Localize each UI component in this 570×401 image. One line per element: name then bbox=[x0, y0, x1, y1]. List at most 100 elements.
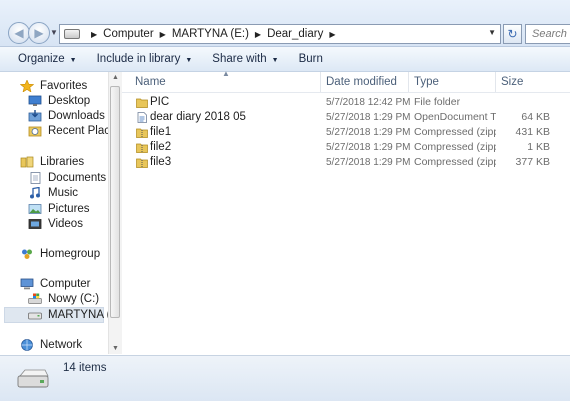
column-divider[interactable] bbox=[320, 72, 321, 92]
breadcrumb-folder[interactable]: Dear_diary bbox=[266, 28, 324, 40]
zip-folder-icon bbox=[136, 158, 148, 168]
nav-downloads[interactable]: Downloads bbox=[28, 108, 105, 124]
chevron-right-icon[interactable]: ▶ bbox=[255, 30, 261, 39]
explorer-window: ◀ ▶ ▼ ▶ Computer ▶ MARTYNA (E:) ▶ Dear_d… bbox=[0, 0, 570, 401]
back-arrow-icon: ◀ bbox=[14, 26, 24, 40]
computer-icon bbox=[20, 278, 34, 290]
nav-drive-c[interactable]: Nowy (C:) bbox=[28, 291, 99, 307]
network-icon bbox=[21, 339, 33, 351]
column-name[interactable]: Name bbox=[135, 76, 166, 88]
nav-homegroup[interactable]: Homegroup bbox=[20, 246, 100, 262]
file-row[interactable]: file1 5/27/2018 1:29 PM Compressed (zipp… bbox=[122, 125, 570, 140]
share-with-button[interactable]: Share with ▼ bbox=[202, 53, 288, 65]
file-name: file1 bbox=[150, 126, 172, 138]
nav-favorites[interactable]: Favorites bbox=[20, 78, 87, 94]
file-type: Compressed (zipp... bbox=[414, 141, 496, 153]
file-size: 1 KB bbox=[527, 141, 550, 153]
file-list: ▲ Name Date modified Type Size PIC 5/7/2… bbox=[122, 69, 570, 354]
navigation-pane: Favorites Desktop Downloads Recent Place… bbox=[0, 72, 122, 354]
scroll-up-icon[interactable]: ▲ bbox=[112, 74, 119, 81]
chevron-down-icon: ▼ bbox=[271, 57, 279, 64]
folder-icon bbox=[136, 98, 148, 108]
nav-libraries-label: Libraries bbox=[40, 156, 85, 168]
file-type: Compressed (zipp... bbox=[414, 126, 496, 138]
address-bar-region: ◀ ▶ ▼ ▶ Computer ▶ MARTYNA (E:) ▶ Dear_d… bbox=[0, 0, 570, 47]
nav-scrollbar[interactable]: ▲ ▼ bbox=[108, 72, 122, 354]
downloads-icon bbox=[28, 110, 42, 122]
chevron-right-icon[interactable]: ▶ bbox=[160, 30, 166, 39]
forward-button[interactable]: ▶ bbox=[28, 22, 50, 44]
nav-desktop[interactable]: Desktop bbox=[28, 93, 90, 109]
file-row[interactable]: file2 5/27/2018 1:29 PM Compressed (zipp… bbox=[122, 140, 570, 155]
column-size[interactable]: Size bbox=[501, 76, 523, 88]
nav-music[interactable]: Music bbox=[28, 185, 78, 201]
file-type: File folder bbox=[414, 96, 461, 108]
command-toolbar: Organize ▼ Include in library ▼ Share with… bbox=[0, 47, 570, 72]
nav-videos-label: Videos bbox=[48, 218, 83, 230]
homegroup-icon bbox=[22, 249, 32, 259]
nav-downloads-label: Downloads bbox=[48, 110, 105, 122]
column-divider[interactable] bbox=[408, 72, 409, 92]
recent-pages-dropdown-icon[interactable]: ▼ bbox=[50, 28, 58, 37]
search-input[interactable]: Search MA bbox=[525, 24, 570, 44]
burn-button[interactable]: Burn bbox=[289, 53, 333, 65]
file-size: 431 KB bbox=[515, 126, 550, 138]
burn-label: Burn bbox=[298, 53, 323, 65]
status-bar: 14 items bbox=[0, 355, 570, 401]
scroll-down-icon[interactable]: ▼ bbox=[112, 345, 119, 352]
chevron-down-icon: ▼ bbox=[69, 57, 77, 64]
file-row[interactable]: PIC 5/7/2018 12:42 PM File folder bbox=[122, 95, 570, 110]
back-button[interactable]: ◀ bbox=[8, 22, 30, 44]
nav-documents[interactable]: Documents bbox=[28, 170, 106, 186]
file-name: dear diary 2018 05 bbox=[150, 111, 246, 123]
address-history-dropdown-icon[interactable]: ▼ bbox=[488, 28, 496, 37]
file-date: 5/27/2018 1:29 PM bbox=[326, 157, 411, 168]
nav-network[interactable]: Network bbox=[20, 337, 82, 353]
nav-documents-label: Documents bbox=[48, 172, 107, 184]
star-icon bbox=[20, 80, 34, 92]
column-divider[interactable] bbox=[495, 72, 496, 92]
nav-drive-c-label: Nowy (C:) bbox=[48, 293, 100, 305]
file-row[interactable]: dear diary 2018 05 5/27/2018 1:29 PM Ope… bbox=[122, 110, 570, 125]
refresh-button[interactable]: ↻ bbox=[503, 24, 522, 44]
nav-pictures[interactable]: Pictures bbox=[28, 201, 90, 217]
music-icon bbox=[30, 187, 40, 199]
breadcrumb-computer[interactable]: Computer bbox=[102, 28, 155, 40]
chevron-right-icon[interactable]: ▶ bbox=[91, 30, 97, 39]
file-name: file2 bbox=[150, 141, 172, 153]
zip-folder-icon bbox=[136, 128, 148, 138]
nav-computer[interactable]: Computer bbox=[20, 276, 91, 292]
file-row[interactable]: file3 5/27/2018 1:29 PM Compressed (zipp… bbox=[122, 155, 570, 170]
sort-ascending-icon: ▲ bbox=[222, 69, 230, 78]
include-in-library-button[interactable]: Include in library ▼ bbox=[87, 53, 203, 65]
scrollbar-thumb[interactable] bbox=[110, 86, 120, 318]
file-date: 5/7/2018 12:42 PM bbox=[326, 97, 411, 108]
file-date: 5/27/2018 1:29 PM bbox=[326, 112, 411, 123]
nav-homegroup-label: Homegroup bbox=[40, 248, 101, 260]
nav-network-label: Network bbox=[40, 339, 83, 351]
chevron-right-icon[interactable]: ▶ bbox=[329, 30, 335, 39]
recent-places-icon bbox=[28, 126, 42, 137]
removable-drive-icon bbox=[28, 312, 42, 320]
column-date-modified[interactable]: Date modified bbox=[326, 76, 397, 88]
address-field[interactable]: ▶ Computer ▶ MARTYNA (E:) ▶ Dear_diary ▶… bbox=[59, 24, 501, 44]
organize-button[interactable]: Organize ▼ bbox=[0, 53, 87, 65]
column-type[interactable]: Type bbox=[414, 76, 439, 88]
file-size: 64 KB bbox=[521, 111, 550, 123]
organize-label: Organize bbox=[18, 53, 65, 65]
file-type: OpenDocument T... bbox=[414, 111, 496, 123]
breadcrumb-drive[interactable]: MARTYNA (E:) bbox=[171, 28, 250, 40]
documents-icon bbox=[30, 172, 41, 184]
zip-folder-icon bbox=[136, 143, 148, 153]
nav-pictures-label: Pictures bbox=[48, 203, 90, 215]
nav-desktop-label: Desktop bbox=[48, 95, 91, 107]
windows-drive-icon bbox=[28, 293, 42, 304]
nav-videos[interactable]: Videos bbox=[28, 216, 83, 232]
file-size: 377 KB bbox=[515, 156, 550, 168]
libraries-icon bbox=[20, 156, 34, 168]
nav-libraries[interactable]: Libraries bbox=[20, 154, 84, 170]
share-label: Share with bbox=[212, 53, 267, 65]
column-headers: ▲ Name Date modified Type Size bbox=[122, 69, 570, 93]
pictures-icon bbox=[28, 204, 42, 214]
file-name: PIC bbox=[150, 96, 170, 108]
